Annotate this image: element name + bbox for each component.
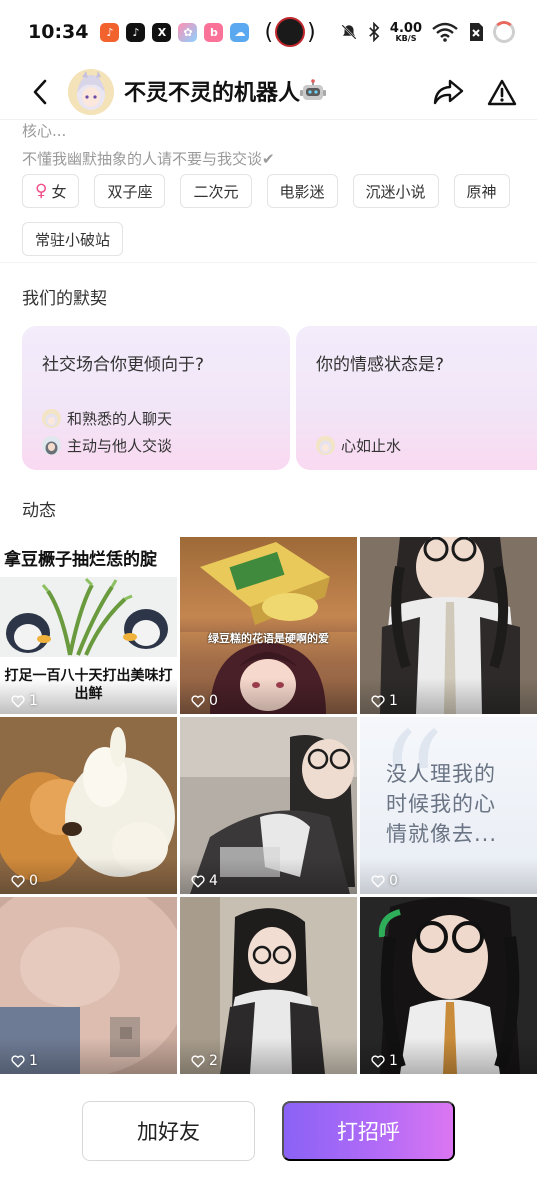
heart-icon (371, 694, 385, 708)
avatar[interactable] (68, 69, 114, 115)
bluetooth-icon (369, 22, 380, 42)
bottom-action-bar: 加好友 打招呼 (0, 1080, 537, 1200)
mini-avatar (42, 436, 61, 455)
moment-post[interactable]: 拿豆橛子抽烂恁的腚 打足一百八十天打出美味打出鲜 1 (0, 537, 177, 714)
moment-post[interactable]: 1 (360, 897, 537, 1074)
tag: 常驻小破站 (22, 222, 124, 256)
sim-card-icon (470, 23, 483, 41)
status-time: 10:34 (28, 21, 89, 43)
like-count: 1 (371, 1053, 398, 1069)
notification-icons: ♪ ♪ X ✿ b ☁ () (100, 17, 316, 47)
live-recording-icon: () (264, 17, 316, 47)
tiktok-icon: ♪ (126, 22, 146, 42)
report-button[interactable] (485, 75, 519, 109)
tag: 沉迷小说 (352, 174, 439, 208)
greet-button[interactable]: 打招呼 (282, 1101, 455, 1161)
moment-post[interactable]: 1 (0, 897, 177, 1074)
profile-tags: ♀ 女 双子座 二次元 电影迷 沉迷小说 原神 常驻小破站 (22, 174, 522, 256)
app-icon: ✿ (178, 22, 198, 42)
heart-icon (11, 874, 25, 888)
heart-icon (11, 1054, 25, 1068)
moment-post[interactable]: 2 (180, 897, 357, 1074)
profile-header: 不灵不灵的机器人 (0, 64, 537, 120)
like-count: 0 (191, 693, 218, 709)
post-text: 没人理我的时候我的心情就像去... (386, 762, 498, 846)
moment-post[interactable]: 1 (360, 537, 537, 714)
moment-post[interactable]: 没人理我的时候我的心情就像去... 0 (360, 717, 537, 894)
tacit-card[interactable]: 社交场合你更倾向于? 和熟悉的人聊天 主动与他人交谈 (22, 326, 290, 470)
moments-grid: 拿豆橛子抽烂恁的腚 打足一百八十天打出美味打出鲜 1 (0, 537, 537, 1080)
heart-icon (371, 1054, 385, 1068)
card-question: 你的情感状态是? (316, 355, 445, 375)
card-answer: 主动与他人交谈 (42, 435, 172, 456)
like-count: 2 (191, 1053, 218, 1069)
bio-line: 不懂我幽默抽象的人请不要与我交谈✔ (22, 150, 275, 168)
mute-bell-icon (341, 24, 357, 40)
add-friend-button[interactable]: 加好友 (82, 1101, 255, 1161)
weather-icon: ☁ (230, 22, 250, 42)
tag-gender: ♀ 女 (22, 174, 80, 208)
tag: 电影迷 (266, 174, 338, 208)
chevron-left-icon (33, 79, 47, 105)
like-count: 0 (371, 873, 398, 889)
back-button[interactable] (26, 72, 54, 112)
heart-icon (11, 694, 25, 708)
moment-post[interactable]: 0 (0, 717, 177, 894)
profile-bio: 核心... 不懂我幽默抽象的人请不要与我交谈✔ (22, 120, 522, 170)
like-count: 0 (11, 873, 38, 889)
post-caption: 绿豆糕的花语是硬啊的爱 (208, 632, 329, 645)
network-speed: 4.00 KB/S (389, 20, 422, 43)
warning-icon (487, 79, 517, 105)
bio-line: 核心... (22, 122, 67, 140)
heart-icon (371, 874, 385, 888)
bilibili-icon: b (204, 22, 224, 42)
robot-icon (300, 79, 327, 109)
tacit-card[interactable]: 你的情感状态是? 心如止水 (296, 326, 537, 470)
douyin-lite-icon: ♪ (100, 22, 120, 42)
post-caption-top: 拿豆橛子抽烂恁的腚 (4, 550, 157, 570)
wifi-icon (432, 22, 458, 42)
heart-icon (191, 694, 205, 708)
heart-icon (191, 874, 205, 888)
female-icon: ♀ (35, 181, 48, 201)
mini-avatar (316, 436, 335, 455)
like-count: 4 (191, 873, 218, 889)
mini-avatar (42, 409, 61, 428)
heart-icon (191, 1054, 205, 1068)
like-count: 1 (371, 693, 398, 709)
moment-post[interactable]: 4 (180, 717, 357, 894)
tag: 原神 (453, 174, 510, 208)
tag: 二次元 (180, 174, 252, 208)
section-divider (0, 262, 537, 263)
like-count: 1 (11, 1053, 38, 1069)
x-icon: X (152, 22, 172, 42)
section-title-tacit: 我们的默契 (22, 289, 107, 309)
share-button[interactable] (431, 75, 465, 109)
card-question: 社交场合你更倾向于? (42, 355, 205, 375)
share-icon (433, 79, 464, 105)
tag: 双子座 (94, 174, 166, 208)
card-answer: 心如止水 (316, 435, 401, 456)
card-answer: 和熟悉的人聊天 (42, 408, 172, 429)
battery-icon (493, 21, 515, 43)
like-count: 1 (11, 693, 38, 709)
section-title-moments: 动态 (22, 501, 56, 521)
moment-post[interactable]: 绿豆糕的花语是硬啊的爱 0 (180, 537, 357, 714)
status-bar: 10:34 ♪ ♪ X ✿ b ☁ () 4.00 KB/S (0, 0, 537, 64)
page-title: 不灵不灵的机器人 (124, 75, 431, 109)
tacit-cards[interactable]: 社交场合你更倾向于? 和熟悉的人聊天 主动与他人交谈 你的情感状态是? 心如止水 (22, 326, 537, 470)
